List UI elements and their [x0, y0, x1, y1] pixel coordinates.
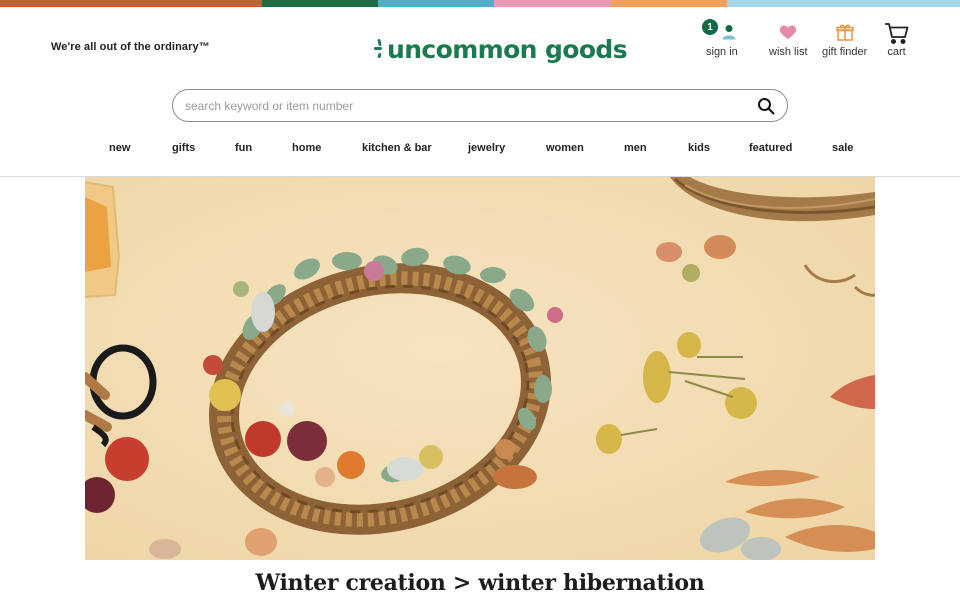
tagline: We're all out of the ordinary™: [51, 41, 210, 53]
nav-item-men[interactable]: men: [624, 142, 647, 154]
nav-item-fun[interactable]: fun: [235, 142, 252, 154]
tea-glass: [85, 181, 121, 298]
stripe-segment: [262, 0, 378, 7]
nav-item-home[interactable]: home: [292, 142, 321, 154]
cart-link[interactable]: cart: [884, 21, 909, 58]
nav-item-featured[interactable]: featured: [749, 142, 792, 154]
stripe-segment: [727, 0, 960, 7]
main-nav: new gifts fun home kitchen & bar jewelry…: [0, 142, 960, 158]
hero-banner-image[interactable]: [85, 177, 875, 560]
gift-icon: [835, 21, 854, 43]
nav-item-new[interactable]: new: [109, 142, 130, 154]
person-icon: [722, 21, 736, 43]
stripe-segment: [378, 0, 494, 7]
wish-list-label: wish list: [769, 46, 808, 58]
nav-item-women[interactable]: women: [546, 142, 584, 154]
gift-finder-label: gift finder: [822, 46, 868, 58]
site-logo[interactable]: uncommon goods: [374, 29, 628, 69]
site-header: We're all out of the ordinary™ uncommon …: [0, 7, 960, 177]
cart-label: cart: [887, 46, 906, 58]
stripe-segment: [611, 0, 727, 7]
wish-list-link[interactable]: wish list: [769, 21, 808, 58]
stripe-segment: [0, 0, 262, 7]
nav-item-gifts[interactable]: gifts: [172, 142, 195, 154]
gift-finder-link[interactable]: gift finder: [822, 21, 867, 58]
logo-text: uncommon goods: [387, 34, 628, 64]
stripe-segment: [494, 0, 611, 7]
cart-icon: [884, 21, 909, 45]
search-input[interactable]: [185, 90, 745, 121]
nav-item-jewelry[interactable]: jewelry: [468, 142, 505, 154]
brand-color-stripe: [0, 0, 960, 7]
search-icon[interactable]: [757, 97, 775, 115]
notification-badge: 1: [702, 19, 718, 35]
hero-headline[interactable]: Winter creation > winter hibernation: [0, 570, 960, 596]
nav-item-kitchen-bar[interactable]: kitchen & bar: [362, 142, 432, 154]
nav-item-sale[interactable]: sale: [832, 142, 853, 154]
search-bar: [172, 89, 788, 122]
sign-in-link[interactable]: 1 sign in: [702, 19, 738, 58]
logo-spark-icon: [374, 34, 386, 64]
nav-item-kids[interactable]: kids: [688, 142, 710, 154]
sign-in-label: sign in: [706, 46, 738, 58]
heart-icon: [779, 21, 797, 43]
